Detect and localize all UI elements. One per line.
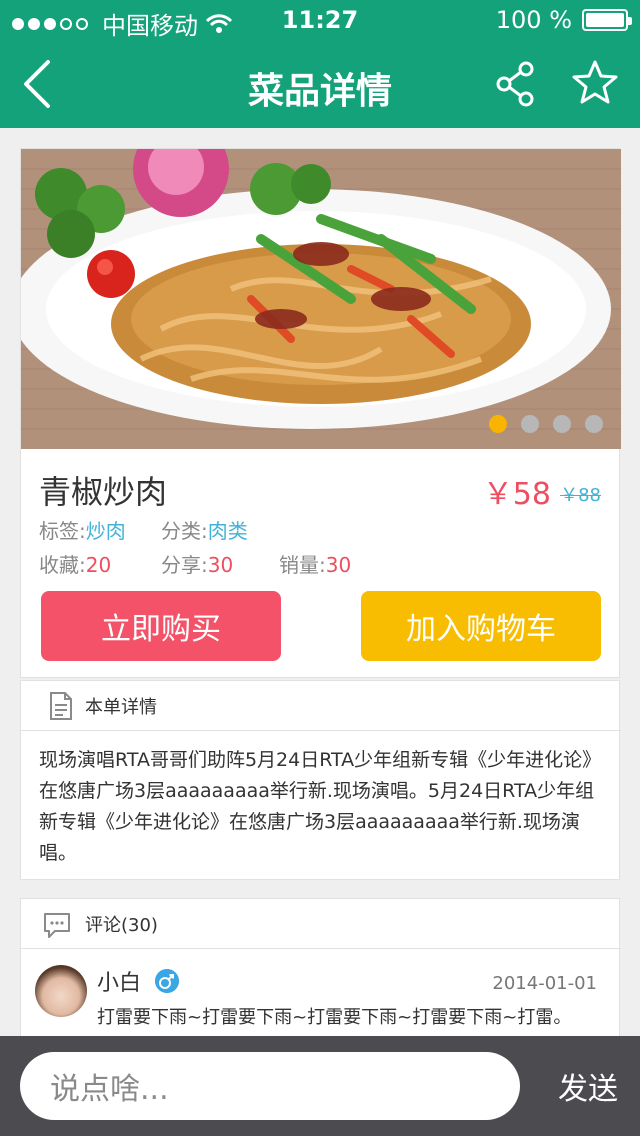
comment-input-bar: 说点啥... 发送	[0, 1036, 640, 1136]
detail-title: 本单详情	[85, 697, 157, 718]
category-value[interactable]: 肉类	[208, 519, 248, 543]
comment-input[interactable]: 说点啥...	[20, 1052, 520, 1120]
product-card: 青椒炒肉 ￥58 ￥88 标签:炒肉 分类:肉类 收藏:20 分享:30 销量:…	[20, 148, 621, 679]
nav-bar: 菜品详情	[0, 40, 640, 128]
send-button[interactable]: 发送	[558, 1064, 618, 1108]
comment-date: 2014-01-01	[492, 973, 597, 994]
detail-text: 现场演唱RTA哥哥们助阵5月24日RTA少年组新专辑《少年进化论》在悠唐广场3层…	[39, 749, 602, 864]
comment-icon	[44, 913, 70, 938]
shares: 分享:30	[161, 549, 233, 578]
shares-label: 分享:	[161, 553, 208, 577]
document-icon	[50, 692, 72, 720]
share-icon[interactable]	[494, 60, 540, 108]
comment-user: 小白	[97, 971, 142, 996]
top-bar: 中国移动 11:27 100 % 菜品详情	[0, 0, 640, 128]
battery-percent: 100 %	[495, 6, 572, 34]
battery-icon	[582, 9, 632, 31]
page-title: 菜品详情	[247, 71, 392, 112]
order-detail-card: 本单详情 现场演唱RTA哥哥们助阵5月24日RTA少年组新专辑《少年进化论》在悠…	[20, 680, 621, 880]
carousel-dot-3[interactable]	[553, 415, 571, 433]
meta-row-stats: 收藏:20 分享:30 销量:30	[39, 549, 351, 578]
comments-header: 评论(30)	[21, 899, 621, 949]
carousel-dot-1[interactable]	[489, 415, 507, 433]
detail-header: 本单详情	[21, 681, 621, 731]
favorites-value: 20	[85, 553, 112, 577]
carousel-dot-4[interactable]	[585, 415, 603, 433]
product-image[interactable]	[21, 149, 621, 449]
tags-label: 标签:	[39, 519, 86, 543]
sales-label: 销量:	[279, 553, 326, 577]
category-label: 分类:	[161, 519, 208, 543]
shares-value: 30	[207, 553, 234, 577]
meta-row-tags: 标签:炒肉 分类:肉类	[39, 515, 248, 544]
comments-card: 评论(30) 小白 2014-01-01 打雷要下雨~打雷要下雨~打雷要下雨~打…	[20, 898, 621, 1038]
product-price: ￥58	[482, 477, 551, 512]
sales: 销量:30	[279, 549, 351, 578]
category: 分类:肉类	[161, 515, 248, 544]
dish-illustration	[21, 149, 621, 449]
status-bar: 中国移动 11:27 100 %	[0, 0, 640, 40]
product-info: 青椒炒肉 ￥58 ￥88 标签:炒肉 分类:肉类 收藏:20 分享:30 销量:…	[21, 449, 621, 679]
carousel-dot-2[interactable]	[521, 415, 539, 433]
status-right: 100 %	[495, 6, 632, 34]
comment-text: 打雷要下雨~打雷要下雨~打雷要下雨~打雷要下雨~打雷。	[97, 1007, 572, 1028]
carousel-indicator	[489, 415, 603, 433]
male-icon	[155, 969, 179, 993]
comments-title[interactable]: 评论(30)	[85, 911, 158, 937]
product-name: 青椒炒肉	[39, 473, 168, 511]
buy-now-button[interactable]: 立即购买	[41, 591, 281, 661]
product-old-price: ￥88	[560, 485, 601, 506]
add-to-cart-button[interactable]: 加入购物车	[361, 591, 601, 661]
tags-value[interactable]: 炒肉	[86, 519, 126, 543]
star-icon[interactable]	[570, 58, 620, 108]
avatar[interactable]	[35, 965, 87, 1017]
sales-value: 30	[325, 553, 352, 577]
favorites-label: 收藏:	[39, 553, 86, 577]
